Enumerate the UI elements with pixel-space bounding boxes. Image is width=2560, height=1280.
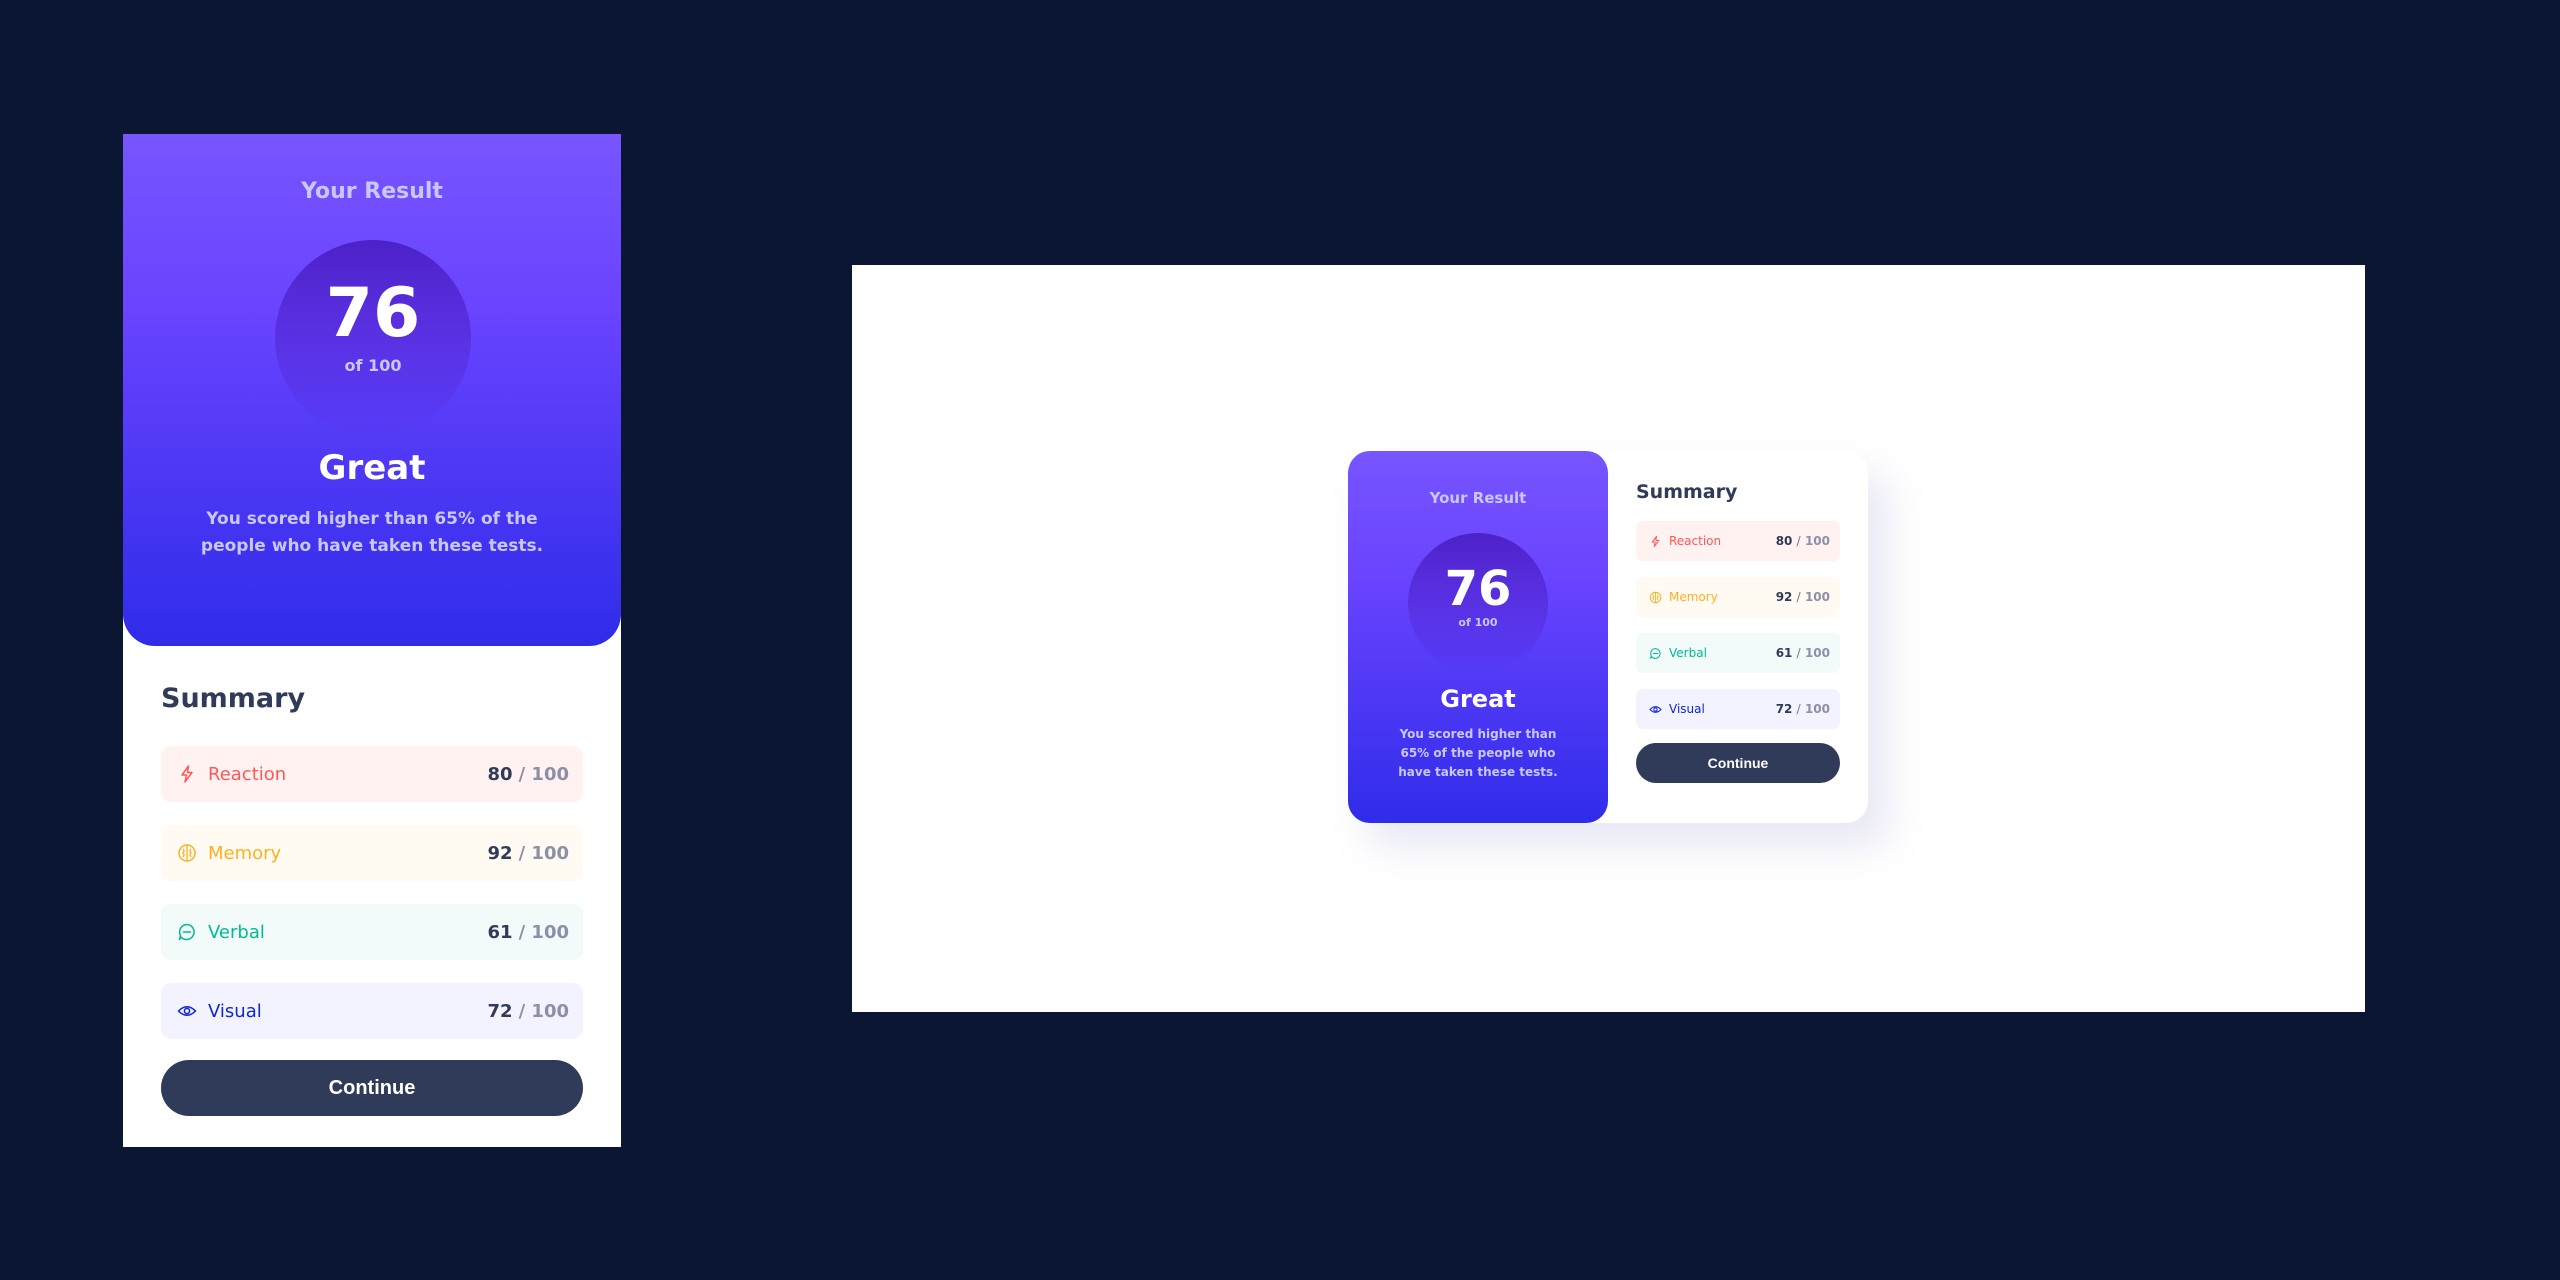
summary-item-max: / 100 <box>1796 534 1830 548</box>
summary-item-reaction: Reaction 80 / 100 <box>1636 521 1840 561</box>
result-heading: Your Result <box>301 179 443 204</box>
continue-button[interactable]: Continue <box>161 1060 583 1116</box>
summary-item-memory: Memory 92 / 100 <box>161 825 583 881</box>
summary-item-score: 80 <box>487 763 513 785</box>
brain-icon <box>1648 590 1662 604</box>
summary-item-label: Verbal <box>1669 646 1707 660</box>
summary-item-max: / 100 <box>518 1000 569 1022</box>
summary-item-score: 80 <box>1775 534 1793 548</box>
summary-item-label: Reaction <box>1669 534 1722 548</box>
eye-icon <box>1648 702 1662 716</box>
summary-title: Summary <box>1636 481 1738 503</box>
result-rating: Great <box>1440 685 1516 713</box>
summary-item-max: / 100 <box>1796 702 1830 716</box>
summary-item-label: Reaction <box>208 763 287 785</box>
eye-icon <box>176 1000 198 1022</box>
speech-bubble-icon <box>1648 646 1662 660</box>
summary-item-label: Verbal <box>208 921 265 943</box>
result-heading: Your Result <box>1429 489 1527 507</box>
results-card: Your Result 76 of 100 Great You scored h… <box>1348 451 1868 823</box>
score-circle: 76 of 100 <box>1408 533 1548 673</box>
desktop-preview: Your Result 76 of 100 Great You scored h… <box>852 265 2365 1012</box>
summary-item-score: 72 <box>1775 702 1793 716</box>
summary-item-label: Visual <box>1669 702 1705 716</box>
summary-item-memory: Memory 92 / 100 <box>1636 577 1840 617</box>
score-value: 76 <box>1444 561 1512 617</box>
summary-item-max: / 100 <box>518 842 569 864</box>
summary-item-visual: Visual 72 / 100 <box>161 983 583 1039</box>
continue-button[interactable]: Continue <box>1636 743 1840 783</box>
lightning-icon <box>1648 534 1662 548</box>
summary-item-max: / 100 <box>518 921 569 943</box>
summary-title: Summary <box>161 683 306 714</box>
result-rating: Great <box>318 448 426 488</box>
summary-item-label: Memory <box>208 842 282 864</box>
summary-panel: Summary Reaction 80 / 100 Memory 92 / 10… <box>161 680 583 1116</box>
summary-item-label: Visual <box>208 1000 262 1022</box>
summary-panel: Summary Reaction 80 / 100 Memory 92 / 10… <box>1636 479 1840 783</box>
summary-item-reaction: Reaction 80 / 100 <box>161 746 583 802</box>
summary-item-visual: Visual 72 / 100 <box>1636 689 1840 729</box>
summary-item-max: / 100 <box>1796 646 1830 660</box>
score-out-of: of 100 <box>1458 616 1498 629</box>
summary-item-score: 61 <box>1775 646 1793 660</box>
speech-bubble-icon <box>176 921 198 943</box>
summary-item-score: 92 <box>487 842 513 864</box>
summary-item-score: 61 <box>487 921 513 943</box>
score-circle: 76 of 100 <box>275 240 471 436</box>
result-panel: Your Result 76 of 100 Great You scored h… <box>1348 451 1608 823</box>
mobile-preview: Your Result 76 of 100 Great You scored h… <box>123 134 621 1147</box>
summary-item-max: / 100 <box>1796 590 1830 604</box>
score-out-of: of 100 <box>344 356 402 375</box>
score-value: 76 <box>325 274 421 353</box>
result-panel: Your Result 76 of 100 Great You scored h… <box>123 134 621 646</box>
summary-item-score: 72 <box>487 1000 513 1022</box>
result-description: You scored higher than 65% of the people… <box>200 509 544 556</box>
result-description: You scored higher than 65% of the people… <box>1398 727 1558 779</box>
summary-item-label: Memory <box>1669 590 1718 604</box>
lightning-icon <box>176 763 198 785</box>
summary-item-score: 92 <box>1775 590 1793 604</box>
summary-item-max: / 100 <box>518 763 569 785</box>
brain-icon <box>176 842 198 864</box>
summary-item-verbal: Verbal 61 / 100 <box>1636 633 1840 673</box>
summary-item-verbal: Verbal 61 / 100 <box>161 904 583 960</box>
